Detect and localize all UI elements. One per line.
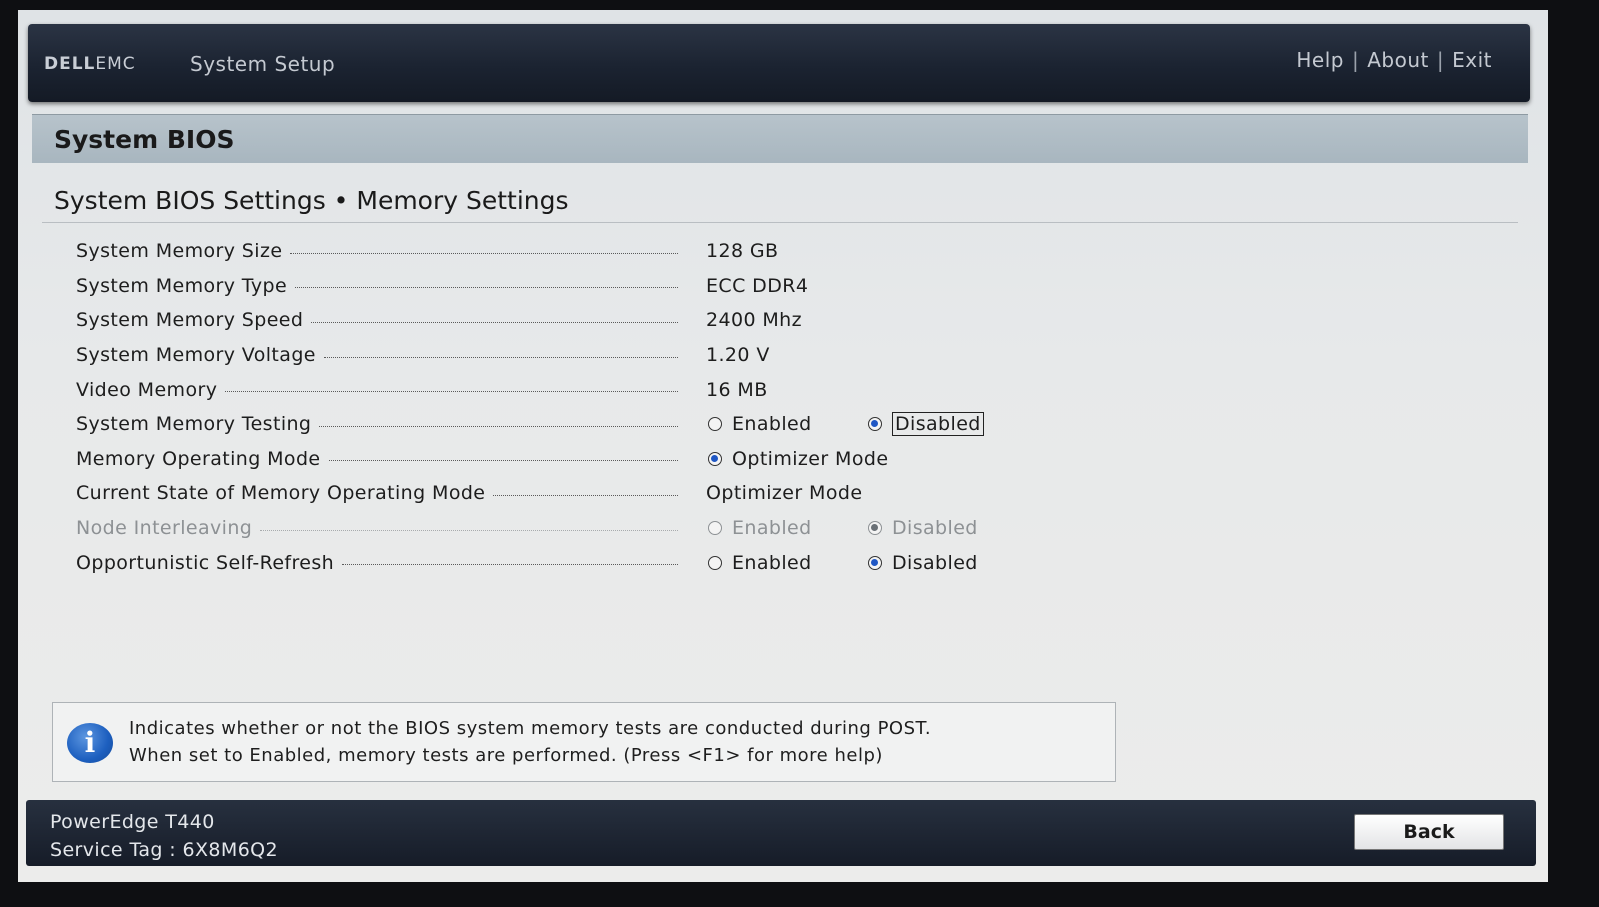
link-separator: | xyxy=(1436,48,1445,72)
dotted-leader xyxy=(295,287,678,289)
setting-label-wrap: Memory Operating Mode xyxy=(76,448,678,470)
radio-option-disabled: Disabled xyxy=(868,517,978,539)
setting-label-wrap: Node Interleaving xyxy=(76,517,678,539)
radio-option-enabled: Enabled xyxy=(708,517,812,539)
header-links: Help | About | Exit xyxy=(1296,48,1492,72)
dotted-leader xyxy=(342,564,678,566)
radio-option-optimizer-mode[interactable]: Optimizer Mode xyxy=(708,448,888,470)
setting-row: System Memory Size 128 GB xyxy=(76,234,1176,269)
setting-row[interactable]: Node Interleaving Enabled Disabled xyxy=(76,511,1176,546)
radio-unselected-icon[interactable] xyxy=(708,417,722,432)
dotted-leader xyxy=(323,356,678,358)
setting-row: System Memory Type ECC DDR4 xyxy=(76,269,1176,304)
radio-group: Optimizer Mode xyxy=(708,448,888,470)
link-separator: | xyxy=(1351,48,1360,72)
system-info: PowerEdge T440 Service Tag : 6X8M6Q2 xyxy=(50,808,278,864)
setting-row[interactable]: Memory Operating Mode Optimizer Mode xyxy=(76,442,1176,477)
setting-label-wrap: Current State of Memory Operating Mode xyxy=(76,482,678,504)
setting-label-wrap: Video Memory xyxy=(76,379,678,401)
setting-value: 2400 Mhz xyxy=(706,309,803,332)
setting-value: 128 GB xyxy=(706,240,779,263)
setting-label-wrap: System Memory Type xyxy=(76,275,678,297)
dotted-leader xyxy=(311,321,678,323)
help-text-line: When set to Enabled, memory tests are pe… xyxy=(129,745,883,766)
setting-row[interactable]: System Memory Testing Enabled Disabled xyxy=(76,407,1176,442)
radio-option-label: Disabled xyxy=(892,412,984,437)
radio-selected-icon[interactable] xyxy=(708,451,722,466)
setting-row: System Memory Voltage 1.20 V xyxy=(76,338,1176,373)
setting-label: Current State of Memory Operating Mode xyxy=(76,482,486,505)
setting-label-wrap: System Memory Size xyxy=(76,240,678,262)
setting-label-wrap: System Memory Testing xyxy=(76,413,678,435)
dotted-leader xyxy=(260,529,678,531)
setting-label-wrap: System Memory Voltage xyxy=(76,344,678,366)
radio-option-label: Optimizer Mode xyxy=(732,447,889,470)
setting-label-wrap: Opportunistic Self-Refresh xyxy=(76,552,678,574)
setting-value: ECC DDR4 xyxy=(706,274,809,297)
bios-screen: DELLEMC System Setup Help | About | Exit Sys… xyxy=(18,10,1548,882)
radio-option-label: Enabled xyxy=(732,551,812,574)
setting-value: 1.20 V xyxy=(706,344,770,367)
setting-label: System Memory Voltage xyxy=(76,344,316,367)
setting-row[interactable]: Opportunistic Self-Refresh Enabled Disable… xyxy=(76,545,1176,580)
setting-row: System Memory Speed 2400 Mhz xyxy=(76,303,1176,338)
radio-group: Enabled Disabled xyxy=(708,517,977,539)
back-button[interactable]: Back xyxy=(1354,814,1504,850)
dotted-leader xyxy=(225,391,678,393)
header-bar: DELLEMC System Setup Help | About | Exit xyxy=(28,24,1530,102)
setting-label-wrap: System Memory Speed xyxy=(76,309,678,331)
help-text: Indicates whether or not the BIOS system… xyxy=(129,715,931,769)
dotted-leader xyxy=(493,494,678,496)
setting-label: Video Memory xyxy=(76,378,218,401)
model-name: PowerEdge T440 xyxy=(50,811,215,833)
footer-bar: PowerEdge T440 Service Tag : 6X8M6Q2 Bac… xyxy=(26,800,1536,866)
radio-option-enabled[interactable]: Enabled xyxy=(708,552,812,574)
radio-option-enabled[interactable]: Enabled xyxy=(708,413,812,435)
dell-emc-logo: DELLEMC xyxy=(44,54,136,74)
radio-option-label: Disabled xyxy=(892,551,978,574)
help-text-line: Indicates whether or not the BIOS system… xyxy=(129,718,932,739)
dotted-leader xyxy=(290,252,678,254)
setting-label: Opportunistic Self-Refresh xyxy=(76,551,335,574)
setting-label: System Memory Speed xyxy=(76,309,304,332)
dotted-leader xyxy=(319,425,678,427)
radio-unselected-icon[interactable] xyxy=(708,555,722,570)
section-title: System BIOS Settings • Memory Settings xyxy=(54,186,569,215)
setting-row: Current State of Memory Operating Mode Op… xyxy=(76,476,1176,511)
settings-list: System Memory Size 128 GB System Memory Ty… xyxy=(76,234,1176,580)
exit-link[interactable]: Exit xyxy=(1452,48,1492,72)
help-info-box: i Indicates whether or not the BIOS syst… xyxy=(52,702,1116,782)
setting-label: System Memory Testing xyxy=(76,413,312,436)
radio-option-label: Disabled xyxy=(892,517,978,540)
about-link[interactable]: About xyxy=(1367,48,1429,72)
dotted-leader xyxy=(328,460,678,462)
radio-option-label: Enabled xyxy=(732,517,812,540)
info-icon: i xyxy=(67,723,113,763)
setting-label: System Memory Size xyxy=(76,240,283,263)
setting-value: 16 MB xyxy=(706,378,768,401)
radio-unselected-icon xyxy=(708,521,722,536)
radio-selected-icon[interactable] xyxy=(868,417,882,432)
radio-option-disabled[interactable]: Disabled xyxy=(868,552,978,574)
setting-label: Node Interleaving xyxy=(76,517,253,540)
help-link[interactable]: Help xyxy=(1296,48,1344,72)
radio-group: Enabled Disabled xyxy=(708,412,984,437)
setting-value: Optimizer Mode xyxy=(706,482,863,505)
radio-group: Enabled Disabled xyxy=(708,552,977,574)
app-title: System Setup xyxy=(190,52,336,76)
setting-label: Memory Operating Mode xyxy=(76,447,321,470)
radio-option-disabled[interactable]: Disabled xyxy=(868,412,984,437)
setting-label: System Memory Type xyxy=(76,274,288,297)
page-title-band: System BIOS xyxy=(32,114,1528,163)
service-tag: Service Tag : 6X8M6Q2 xyxy=(50,839,279,861)
radio-option-label: Enabled xyxy=(732,413,812,436)
radio-selected-icon xyxy=(868,521,882,536)
page-title: System BIOS xyxy=(54,125,235,154)
setting-row: Video Memory 16 MB xyxy=(76,372,1176,407)
radio-selected-icon[interactable] xyxy=(868,555,882,570)
section-divider xyxy=(42,222,1518,223)
